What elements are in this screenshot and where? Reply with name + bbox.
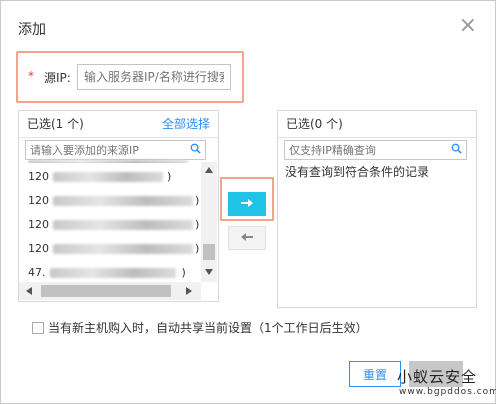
right-panel-header: 已选(0 个) [278, 111, 476, 138]
arrow-left-icon [241, 232, 253, 241]
left-panel-header: 已选(1 个) 全部选择 [19, 111, 218, 138]
list-item[interactable]: 120) [28, 215, 199, 235]
add-dialog: 添加 × * 源IP: 已选(1 个) 全部选择 120) 120) 120) … [0, 0, 496, 404]
left-vertical-scrollbar[interactable] [201, 162, 217, 282]
watermark-url: www.bgpddos.com [399, 387, 496, 397]
list-item[interactable]: 47.) [28, 263, 186, 283]
list-item-partial[interactable] [28, 155, 198, 163]
dialog-title: 添加 [18, 22, 46, 38]
scroll-up-icon[interactable] [204, 166, 214, 174]
move-left-button[interactable] [228, 226, 266, 250]
scroll-down-icon[interactable] [204, 268, 214, 276]
select-all-link[interactable]: 全部选择 [162, 111, 210, 137]
move-right-button[interactable] [228, 192, 266, 216]
reset-button[interactable]: 重置 [349, 361, 401, 387]
arrow-right-icon [241, 198, 253, 207]
right-list-panel: 已选(0 个) [277, 110, 477, 308]
list-item[interactable]: 120) [28, 191, 199, 211]
list-item[interactable]: 120) [28, 167, 171, 187]
search-icon[interactable] [451, 143, 462, 154]
required-mark: * [28, 69, 34, 83]
right-search-input[interactable] [285, 141, 447, 159]
search-icon[interactable] [190, 143, 201, 154]
left-panel-count: 已选(1 个) [27, 117, 84, 131]
close-icon[interactable]: × [459, 15, 477, 37]
vertical-scroll-thumb[interactable] [203, 244, 215, 260]
server-search-input[interactable] [77, 64, 231, 90]
auto-share-checkbox[interactable] [32, 322, 44, 334]
empty-result-text: 没有查询到符合条件的记录 [285, 165, 430, 179]
scroll-right-icon[interactable] [185, 286, 193, 296]
right-panel-count: 已选(0 个) [286, 117, 343, 131]
scroll-left-icon[interactable] [25, 286, 33, 296]
right-search-box[interactable] [284, 140, 467, 160]
left-horizontal-scrollbar[interactable] [19, 282, 201, 300]
list-item[interactable]: 120) [28, 239, 199, 259]
watermark-brand: 小蚁云安全 [397, 368, 478, 386]
horizontal-scroll-thumb[interactable] [41, 285, 171, 297]
auto-share-label: 当有新主机购入时，自动共享当前设置（1个工作日后生效） [48, 321, 368, 335]
source-ip-label: 源IP: [44, 71, 71, 85]
